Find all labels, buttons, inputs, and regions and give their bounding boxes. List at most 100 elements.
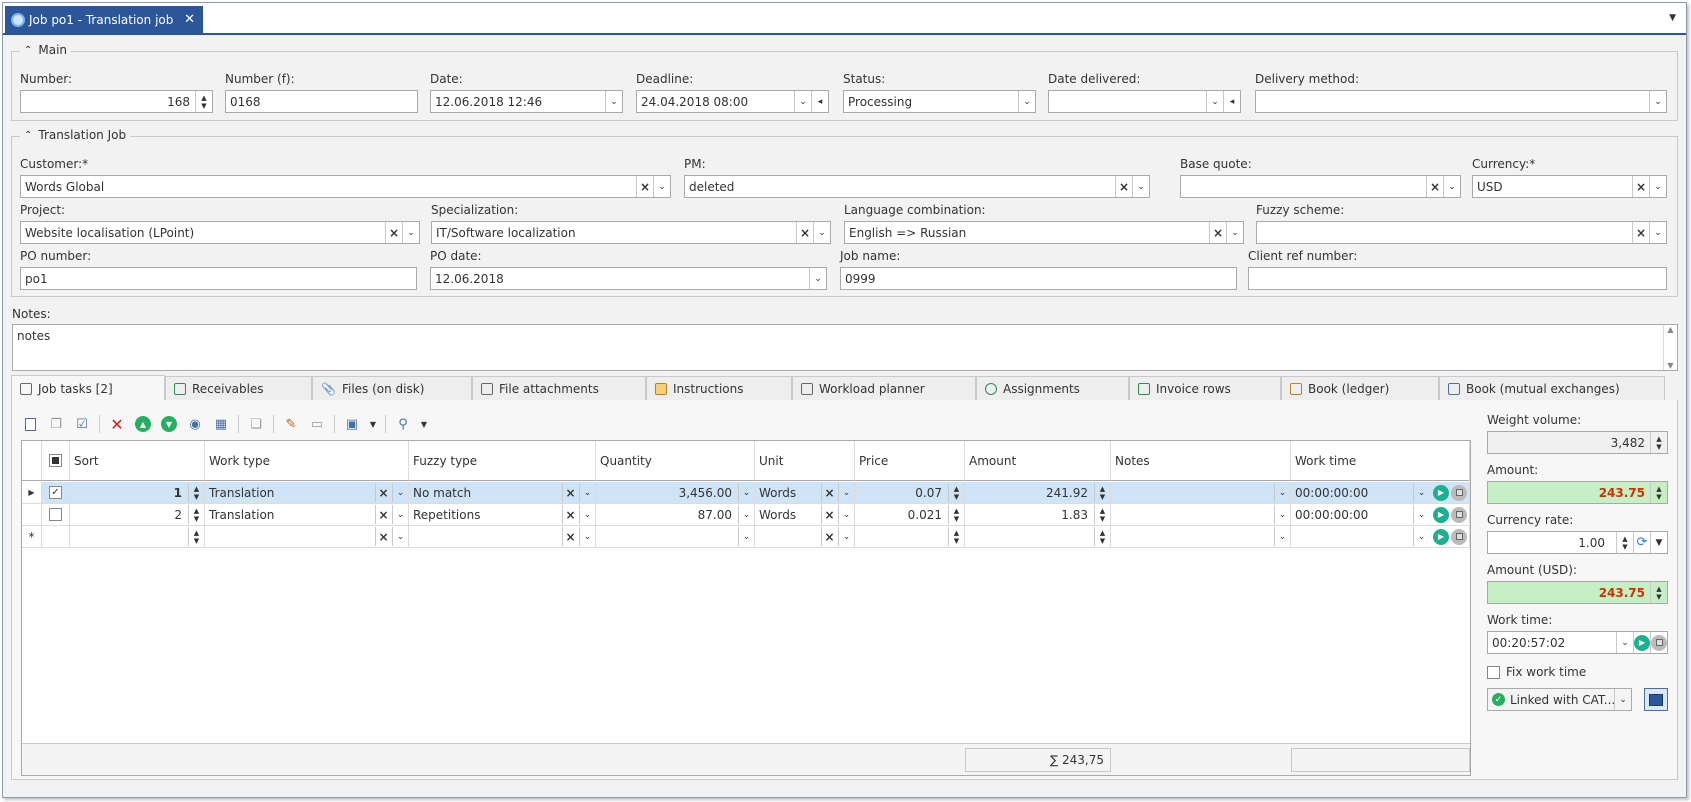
language-clear-button[interactable]: × — [1209, 222, 1226, 243]
number-spinner[interactable]: ▲ ▼ — [195, 91, 212, 112]
weight-spinner[interactable]: ▲ ▼ — [1650, 432, 1667, 453]
tab-book-ledger[interactable]: Book (ledger) — [1281, 376, 1439, 400]
unit-dropdown-button[interactable]: ⌄ — [838, 483, 854, 502]
notes-dropdown-button[interactable]: ⌄ — [1274, 527, 1290, 546]
customer-dropdown-button[interactable]: ⌄ — [653, 176, 670, 197]
amount-spinner[interactable]: ▲ ▼ — [1650, 482, 1667, 503]
cell-price[interactable]: 0.021 ▲ ▼ — [855, 504, 965, 526]
cell-amount[interactable]: 241.92 ▲ ▼ — [965, 482, 1111, 504]
fuzzy-type-clear-button[interactable]: × — [562, 505, 578, 524]
column-header-price[interactable]: Price — [855, 441, 965, 481]
cell-work-time[interactable]: 00:00:00:00 ⌄ ▶ — [1291, 504, 1470, 526]
specialization-dropdown-button[interactable]: ⌄ — [813, 222, 830, 243]
tab-job-tasks[interactable]: Job tasks [2] — [11, 375, 165, 401]
cell-quantity[interactable]: 87.00 ⌄ — [596, 504, 755, 526]
fuzzy-type-dropdown-button[interactable]: ⌄ — [579, 527, 595, 546]
currency-clear-button[interactable]: × — [1632, 176, 1649, 197]
delivery-method-dropdown-button[interactable]: ⌄ — [1649, 91, 1666, 112]
row-checkbox-cell[interactable]: ✓ — [42, 482, 70, 504]
work-type-dropdown-button[interactable]: ⌄ — [392, 505, 408, 524]
quantity-dropdown-button[interactable]: ⌄ — [738, 527, 754, 546]
calculator-icon[interactable]: ▦ — [212, 415, 230, 433]
play-icon[interactable]: ▶ — [1433, 483, 1449, 502]
pm-clear-button[interactable]: × — [1115, 176, 1132, 197]
work-time-dropdown-button[interactable]: ⌄ — [1413, 527, 1429, 546]
play-icon[interactable]: ▶ — [1433, 505, 1449, 524]
select-all-header[interactable] — [42, 441, 70, 481]
notes-textarea[interactable]: notes ▲ ▼ — [12, 324, 1678, 371]
sort-spinner[interactable]: ▲ ▼ — [188, 527, 204, 546]
date-delivered-dropdown-button[interactable]: ⌄ — [1206, 91, 1223, 112]
delete-icon[interactable]: ✕ — [108, 415, 126, 434]
tab-book-mutual[interactable]: Book (mutual exchanges) — [1439, 376, 1665, 400]
currency-dropdown-button[interactable]: ⌄ — [1649, 176, 1666, 197]
customer-field[interactable]: Words Global × ⌄ — [20, 175, 671, 198]
column-header-quantity[interactable]: Quantity — [596, 441, 755, 481]
amount-usd-field[interactable]: 243.75 ▲ ▼ — [1487, 581, 1668, 604]
cell-unit[interactable]: Words × ⌄ — [755, 504, 855, 526]
cell-unit[interactable]: Words × ⌄ — [755, 482, 855, 504]
cell-notes[interactable]: ⌄ — [1111, 504, 1291, 526]
deadline-back-button[interactable]: ◂ — [811, 91, 828, 112]
tab-file-attachments[interactable]: File attachments — [472, 376, 646, 400]
currency-rate-field[interactable]: 1.00 ▲ ▼ ⟳ ▼ — [1487, 531, 1668, 554]
tab-workload-planner[interactable]: Workload planner — [792, 376, 976, 400]
eye-icon[interactable]: ◉ — [186, 415, 204, 433]
select-all-checkbox[interactable] — [49, 454, 62, 467]
project-dropdown-button[interactable]: ⌄ — [402, 222, 419, 243]
cell-fuzzy-type[interactable]: No match × ⌄ — [409, 482, 596, 504]
project-field[interactable]: Website localisation (LPoint) × ⌄ — [20, 221, 420, 244]
column-header-unit[interactable]: Unit — [755, 441, 855, 481]
currency-field[interactable]: USD × ⌄ — [1472, 175, 1667, 198]
fuzzy-type-clear-button[interactable]: × — [562, 527, 578, 546]
tab-files-on-disk[interactable]: 📎 Files (on disk) — [312, 376, 472, 400]
new-cell-unit[interactable]: × ⌄ — [755, 526, 855, 548]
sort-spinner[interactable]: ▲ ▼ — [188, 483, 204, 502]
work-type-clear-button[interactable]: × — [375, 505, 391, 524]
fuzzy-scheme-field[interactable]: × ⌄ — [1256, 221, 1667, 244]
window-icon[interactable]: ▭ — [308, 415, 326, 433]
pm-field[interactable]: deleted × ⌄ — [684, 175, 1150, 198]
fuzzy-type-dropdown-button[interactable]: ⌄ — [579, 483, 595, 502]
cell-work-time[interactable]: 00:00:00:00 ⌄ ▶ — [1291, 482, 1470, 504]
number-field[interactable]: 168 ▲ ▼ — [20, 90, 213, 113]
language-dropdown-button[interactable]: ⌄ — [1226, 222, 1243, 243]
deadline-dropdown-button[interactable]: ⌄ — [794, 91, 811, 112]
quantity-dropdown-button[interactable]: ⌄ — [738, 505, 754, 524]
price-spinner[interactable]: ▲ ▼ — [948, 527, 964, 546]
date-dropdown-button[interactable]: ⌄ — [605, 91, 622, 112]
sort-spinner[interactable]: ▲ ▼ — [188, 505, 204, 524]
notes-dropdown-button[interactable]: ⌄ — [1274, 505, 1290, 524]
fix-work-time-checkbox[interactable] — [1487, 665, 1500, 679]
language-combination-field[interactable]: English => Russian × ⌄ — [844, 221, 1244, 244]
cell-fuzzy-type[interactable]: Repetitions × ⌄ — [409, 504, 596, 526]
checklist-icon[interactable]: ☑ — [73, 415, 91, 433]
work-type-dropdown-button[interactable]: ⌄ — [392, 527, 408, 546]
new-cell-work-type[interactable]: × ⌄ — [205, 526, 409, 548]
amount-usd-spinner[interactable]: ▲ ▼ — [1650, 582, 1667, 603]
price-spinner[interactable]: ▲ ▼ — [948, 483, 964, 502]
notes-dropdown-button[interactable]: ⌄ — [1274, 483, 1290, 502]
work-time-dropdown-button[interactable]: ⌄ — [1616, 632, 1633, 653]
price-spinner[interactable]: ▲ ▼ — [948, 505, 964, 524]
tab-receivables[interactable]: Receivables — [165, 376, 312, 400]
cell-work-type[interactable]: Translation × ⌄ — [205, 504, 409, 526]
fuzzy-clear-button[interactable]: × — [1632, 222, 1649, 243]
po-date-dropdown-button[interactable]: ⌄ — [809, 268, 826, 289]
number-f-field[interactable]: 0168 — [225, 90, 418, 113]
tab-instructions[interactable]: Instructions — [646, 376, 792, 400]
cell-amount[interactable]: 1.83 ▲ ▼ — [965, 504, 1111, 526]
specialization-clear-button[interactable]: × — [796, 222, 813, 243]
translation-job-group-header[interactable]: ⌃ Translation Job — [20, 128, 131, 142]
new-cell-amount[interactable]: ▲ ▼ — [965, 526, 1111, 548]
stop-icon[interactable] — [1451, 505, 1467, 524]
date-delivered-field[interactable]: ⌄ ◂ — [1048, 90, 1241, 113]
save-icon[interactable]: ▣ — [343, 415, 361, 433]
fix-work-time[interactable]: Fix work time — [1487, 665, 1586, 679]
quantity-dropdown-button[interactable]: ⌄ — [738, 483, 754, 502]
unit-dropdown-button[interactable]: ⌄ — [838, 527, 854, 546]
deadline-field[interactable]: 24.04.2018 08:00 ⌄ ◂ — [636, 90, 829, 113]
column-header-work-type[interactable]: Work type — [205, 441, 409, 481]
linked-cat-select[interactable]: ✓ Linked with CAT... ⌄ — [1487, 688, 1632, 711]
unit-clear-button[interactable]: × — [821, 483, 837, 502]
